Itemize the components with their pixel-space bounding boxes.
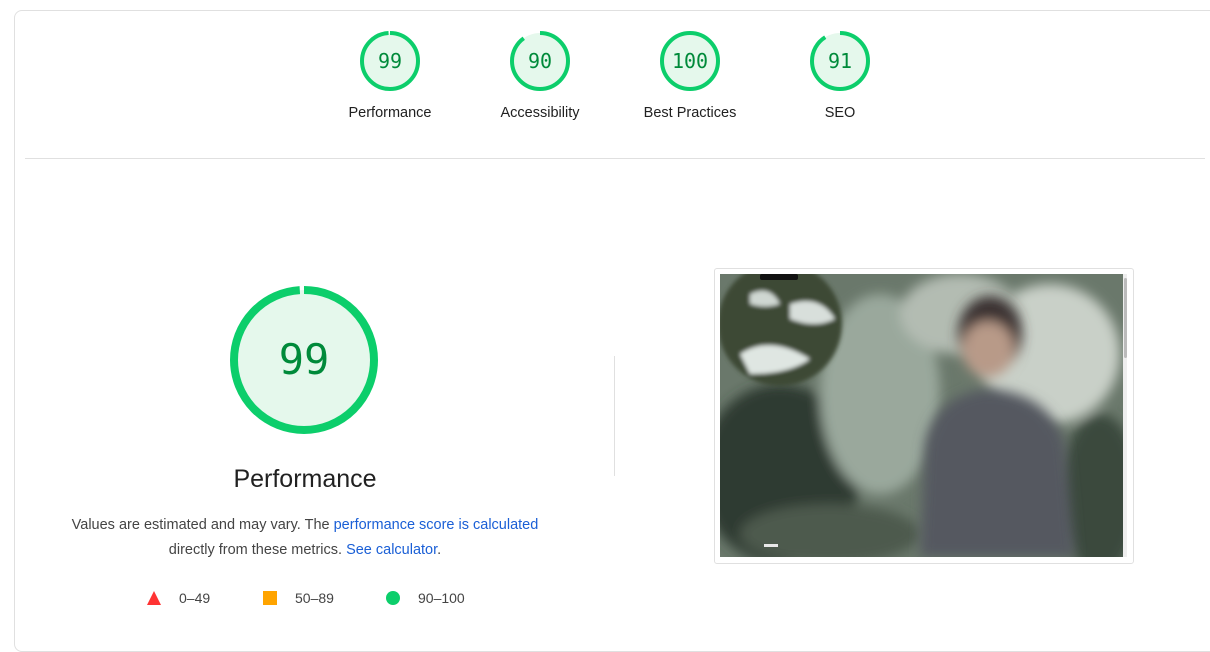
average-square-icon (263, 591, 277, 605)
see-calculator-link[interactable]: See calculator (346, 542, 437, 558)
performance-big-gauge: 99 (228, 284, 380, 441)
pass-circle-icon (386, 591, 400, 605)
screenshot-scrollbar-thumb[interactable] (1124, 278, 1127, 358)
legend-average-label: 50–89 (295, 590, 334, 606)
gauge-best-practices-ring: 100 (660, 31, 720, 91)
gauge-performance-ring: 99 (360, 31, 420, 91)
gauge-seo-ring: 91 (810, 31, 870, 91)
gauge-best-practices[interactable]: 100 Best Practices (630, 30, 750, 121)
fail-triangle-icon (147, 591, 161, 605)
performance-title: Performance (233, 465, 377, 493)
legend-fail-label: 0–49 (179, 590, 211, 606)
performance-description: Values are estimated and may vary. The p… (40, 513, 570, 563)
gauge-performance-label: Performance (348, 105, 432, 121)
gauge-performance[interactable]: 99 Performance (330, 30, 450, 121)
gauge-accessibility-ring: 90 (510, 31, 570, 91)
performance-score-link[interactable]: performance score is calculated (334, 517, 539, 533)
performance-big-score: 99 (279, 335, 330, 384)
gauge-accessibility-score: 90 (528, 49, 552, 73)
gauge-seo[interactable]: 91 SEO (780, 30, 900, 121)
page-screenshot-thumbnail (720, 274, 1124, 557)
desc-suffix: . (437, 542, 442, 558)
header-divider (25, 158, 1205, 159)
desc-prefix: Values are estimated and may vary. The (71, 517, 334, 533)
performance-big-ring: 99 (230, 286, 378, 434)
section-divider (614, 356, 615, 476)
desc-middle: directly from these metrics. (168, 542, 347, 558)
gauge-accessibility-label: Accessibility (500, 105, 580, 121)
gauge-seo-score: 91 (828, 49, 852, 73)
gauge-best-practices-label: Best Practices (643, 105, 737, 121)
gauge-best-practices-score: 100 (672, 49, 708, 73)
score-gauges: 99 Performance 90 Accessibility 100 Best… (0, 0, 1210, 148)
gauge-seo-label: SEO (824, 105, 856, 121)
final-screenshot-image (720, 274, 1124, 557)
gauge-performance-score: 99 (378, 49, 402, 73)
legend-pass-label: 90–100 (418, 590, 465, 606)
gauge-accessibility[interactable]: 90 Accessibility (480, 30, 600, 121)
